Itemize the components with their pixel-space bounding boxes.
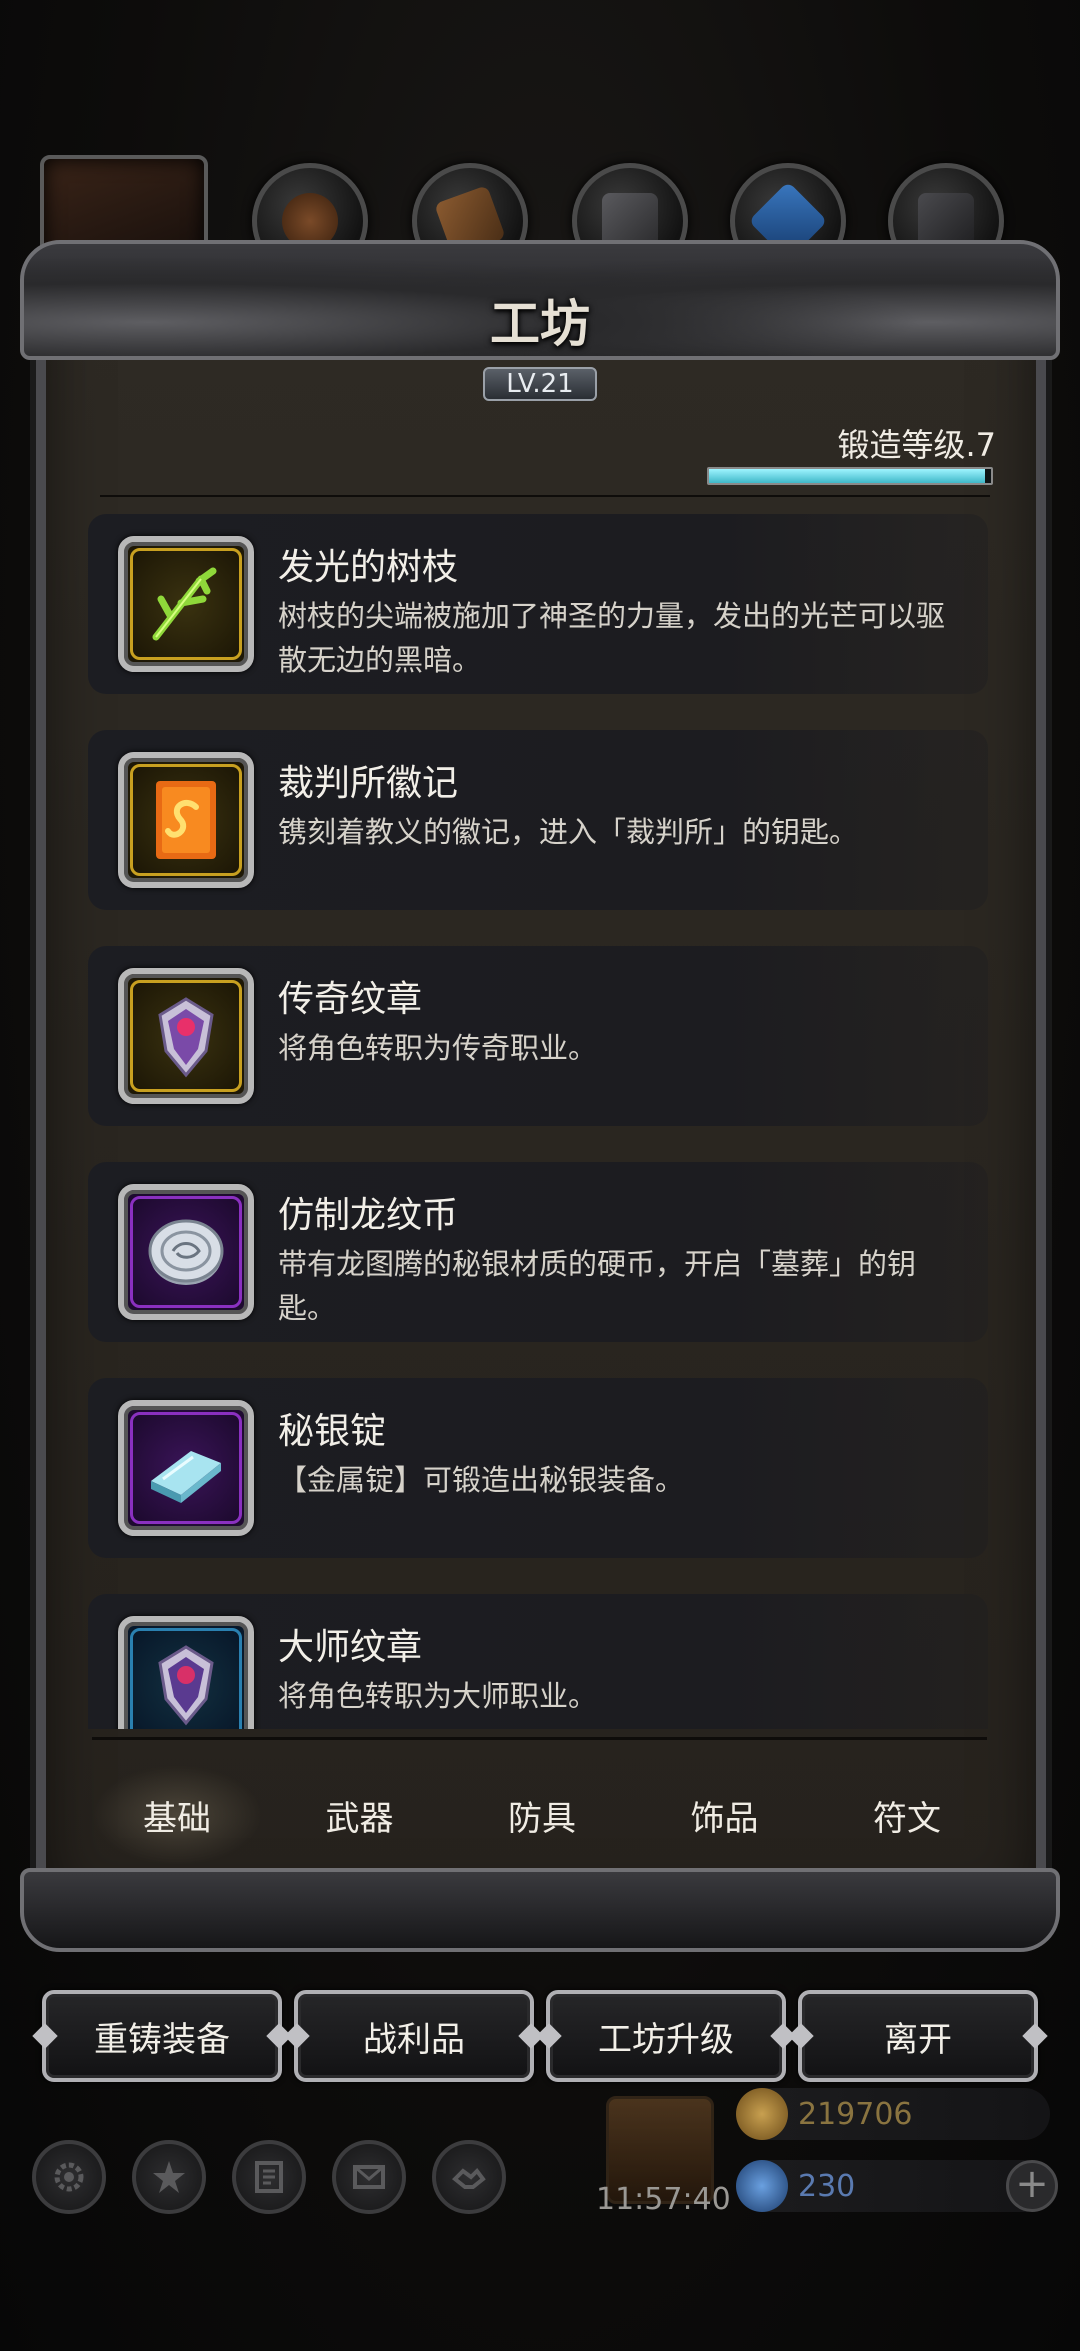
tab-accessories[interactable]: 饰品 bbox=[640, 1765, 810, 1865]
panel-bottom-ornament bbox=[20, 1868, 1060, 1952]
recipe-item[interactable]: 秘银锭 【金属锭】可锻造出秘银装备。 bbox=[88, 1378, 988, 1558]
chest-timer: 11:57:40 bbox=[596, 2182, 731, 2217]
item-name: 发光的树枝 bbox=[278, 547, 459, 588]
category-tabs: 基础 武器 防具 饰品 符文 bbox=[92, 1760, 992, 1870]
recipe-item[interactable]: 仿制龙纹币 带有龙图腾的秘银材质的硬币，开启「墓葬」的钥匙。 bbox=[88, 1162, 988, 1342]
add-gems-button[interactable]: + bbox=[1006, 2160, 1058, 2212]
panel-title: 工坊 bbox=[490, 294, 590, 353]
divider bbox=[100, 495, 990, 497]
master-crest-icon bbox=[118, 1616, 254, 1729]
item-name: 大师纹章 bbox=[278, 1627, 423, 1668]
item-description: 【金属锭】可锻造出秘银装备。 bbox=[278, 1463, 685, 1497]
settings-gear-icon[interactable] bbox=[32, 2140, 106, 2214]
gem-amount: 230 bbox=[798, 2168, 856, 2204]
gold-amount: 219706 bbox=[798, 2096, 913, 2132]
reforge-button[interactable]: 重铸装备 bbox=[42, 1990, 282, 2082]
gold-coin-icon bbox=[736, 2088, 788, 2140]
leave-button[interactable]: 离开 bbox=[798, 1990, 1038, 2082]
item-description: 镌刻着教义的徽记，进入「裁判所」的钥匙。 bbox=[278, 815, 859, 849]
action-buttons: 重铸装备 战利品 工坊升级 离开 bbox=[40, 1990, 1040, 2082]
item-description: 将角色转职为传奇职业。 bbox=[278, 1031, 598, 1065]
mithril-ingot-icon bbox=[118, 1400, 254, 1536]
item-name: 仿制龙纹币 bbox=[278, 1195, 459, 1236]
recipe-item[interactable]: 发光的树枝 树枝的尖端被施加了神圣的力量，发出的光芒可以驱散无边的黑暗。 bbox=[88, 514, 988, 694]
handshake-social-icon[interactable] bbox=[432, 2140, 506, 2214]
workshop-level-badge: LV.21 bbox=[483, 367, 597, 401]
workshop-upgrade-button[interactable]: 工坊升级 bbox=[546, 1990, 786, 2082]
item-description: 带有龙图腾的秘银材质的硬币，开启「墓葬」的钥匙。 bbox=[278, 1247, 917, 1325]
item-description: 将角色转职为大师职业。 bbox=[278, 1679, 598, 1713]
gold-counter: 219706 bbox=[736, 2088, 1050, 2140]
tab-runes[interactable]: 符文 bbox=[822, 1765, 992, 1865]
forge-progress-bar bbox=[707, 467, 993, 485]
tab-weapons[interactable]: 武器 bbox=[275, 1765, 445, 1865]
dragon-coin-icon bbox=[118, 1184, 254, 1320]
loot-button[interactable]: 战利品 bbox=[294, 1990, 534, 2082]
recipe-item[interactable]: 裁判所徽记 镌刻着教义的徽记，进入「裁判所」的钥匙。 bbox=[88, 730, 988, 910]
glowing-branch-icon bbox=[118, 536, 254, 672]
recipe-item[interactable]: 传奇纹章 将角色转职为传奇职业。 bbox=[88, 946, 988, 1126]
gem-counter: 230 bbox=[736, 2160, 1050, 2212]
achievement-star-icon[interactable] bbox=[132, 2140, 206, 2214]
forge-level-label: 锻造等级.7 bbox=[837, 426, 996, 464]
inquisition-sigil-icon bbox=[118, 752, 254, 888]
divider bbox=[92, 1737, 987, 1740]
legendary-crest-icon bbox=[118, 968, 254, 1104]
item-description: 树枝的尖端被施加了神圣的力量，发出的光芒可以驱散无边的黑暗。 bbox=[278, 599, 946, 677]
mail-envelope-icon[interactable] bbox=[332, 2140, 406, 2214]
forge-progress-fill bbox=[709, 469, 986, 483]
codex-book-icon[interactable] bbox=[232, 2140, 306, 2214]
item-name: 秘银锭 bbox=[278, 1411, 387, 1452]
tab-armor[interactable]: 防具 bbox=[457, 1765, 627, 1865]
tab-basic[interactable]: 基础 bbox=[92, 1765, 262, 1865]
hud-menu bbox=[32, 2140, 532, 2220]
recipe-item[interactable]: 大师纹章 将角色转职为大师职业。 bbox=[88, 1594, 988, 1729]
gem-icon bbox=[736, 2160, 788, 2212]
item-name: 裁判所徽记 bbox=[278, 763, 459, 804]
item-name: 传奇纹章 bbox=[278, 979, 423, 1020]
recipe-list[interactable]: 发光的树枝 树枝的尖端被施加了神圣的力量，发出的光芒可以驱散无边的黑暗。 裁判所… bbox=[88, 514, 998, 1729]
